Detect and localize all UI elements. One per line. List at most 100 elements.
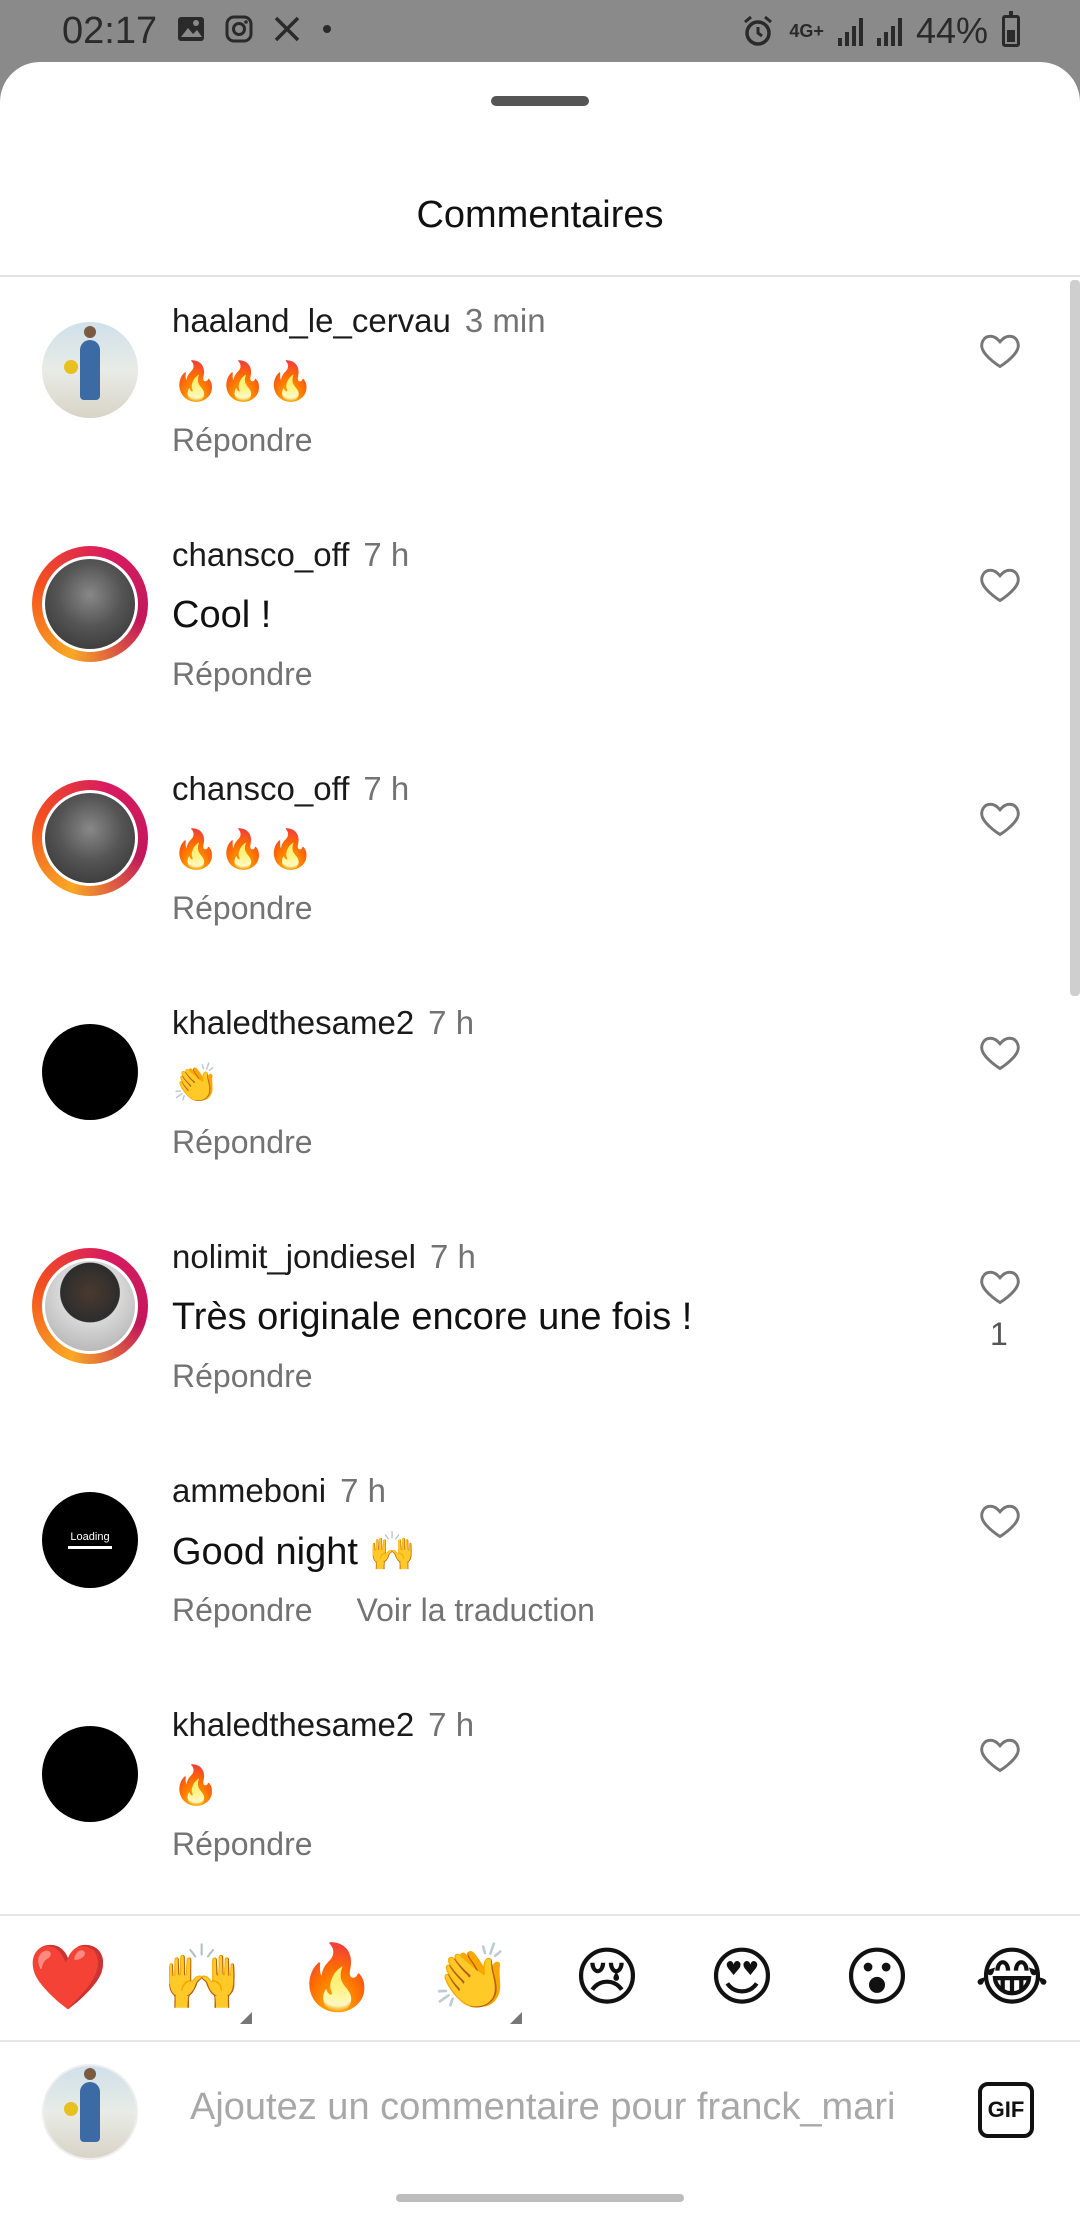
avatar-image (42, 556, 138, 652)
heart-icon[interactable] (978, 562, 1022, 606)
emoji-heart-eyes[interactable]: 😍 (702, 1938, 782, 2018)
comment-text: 👏 (172, 1063, 220, 1105)
comment-actions: Répondre (172, 422, 313, 459)
comment-row: khaledthesame2 7 h 🔥 Répondre (0, 1684, 1070, 1918)
reply-button[interactable]: Répondre (172, 1124, 313, 1161)
comment-header: chansco_off 7 h (172, 536, 409, 574)
avatar-story-ring[interactable] (32, 1248, 148, 1364)
comment-actions: Répondre (172, 656, 313, 693)
sheet-title: Commentaires (416, 194, 664, 236)
system-status: 4G+ 44% (741, 10, 1020, 52)
avatar-image (42, 790, 138, 886)
emoji-glyph: 🙌 (162, 1941, 242, 2015)
comment-time: 3 min (464, 302, 546, 339)
comment-header: ammeboni 7 h (172, 1472, 386, 1510)
emoji-glyph: 👏 (432, 1941, 512, 2015)
comment-username[interactable]: khaledthesame2 (172, 1706, 414, 1743)
skin-tone-indicator (240, 2012, 252, 2024)
heart-icon[interactable] (978, 1264, 1022, 1308)
comment-username[interactable]: nolimit_jondiesel (172, 1238, 416, 1275)
emoji-bar: ❤️ 🙌 🔥 👏 😢 😍 😮 😂 (0, 1916, 1080, 2040)
comment-row: chansco_off 7 h 🔥🔥🔥 Répondre (0, 748, 1070, 982)
avatar[interactable] (32, 1014, 148, 1130)
comment-row: khaledthesame2 7 h 👏 Répondre (0, 982, 1070, 1216)
comment-username[interactable]: ammeboni (172, 1472, 326, 1509)
comment-text: Good night 🙌 (172, 1531, 416, 1573)
comment-text: 🔥🔥🔥 (172, 361, 314, 403)
comment-row: haaland_le_cervau 3 min 🔥🔥🔥 Répondre (0, 280, 1070, 514)
emoji-fire[interactable]: 🔥 (297, 1938, 377, 2018)
comment-header: khaledthesame2 7 h (172, 1004, 474, 1042)
x-icon (274, 16, 300, 42)
comment-username[interactable]: haaland_le_cervau (172, 302, 451, 339)
avatar-story-ring[interactable] (32, 546, 148, 662)
reply-button[interactable]: Répondre (172, 1592, 313, 1629)
comment-header: khaledthesame2 7 h (172, 1706, 474, 1744)
emoji-heart[interactable]: ❤️ (28, 1938, 108, 2018)
comment-header: haaland_le_cervau 3 min (172, 302, 546, 340)
signal-icon (837, 16, 863, 46)
heart-icon[interactable] (978, 1498, 1022, 1542)
emoji-clapping[interactable]: 👏 (432, 1938, 522, 2024)
comment-time: 7 h (363, 536, 410, 573)
status-bar: 02:17 4G+ 44% (0, 0, 1080, 62)
reply-button[interactable]: Répondre (172, 422, 313, 459)
comment-text: 🔥🔥🔥 (172, 829, 314, 871)
comment-actions: Répondre (172, 890, 313, 927)
title-divider (0, 275, 1080, 277)
comment-composer: GIF (0, 2042, 1080, 2172)
avatar[interactable] (32, 1716, 148, 1832)
comment-input[interactable] (190, 2076, 932, 2138)
emoji-crying[interactable]: 😢 (567, 1938, 647, 2018)
comment-header: nolimit_jondiesel 7 h (172, 1238, 476, 1276)
avatar-image (42, 322, 138, 418)
comment-time: 7 h (340, 1472, 386, 1509)
gallery-icon (178, 17, 204, 41)
gif-button[interactable]: GIF (978, 2082, 1034, 2138)
reply-button[interactable]: Répondre (172, 890, 313, 927)
comment-text: Cool ! (172, 594, 272, 636)
skin-tone-indicator (510, 2012, 522, 2024)
instagram-icon (225, 15, 253, 43)
comment-actions: Répondre (172, 1124, 313, 1161)
alarm-icon (744, 15, 773, 46)
avatar-image (42, 1024, 138, 1120)
reply-button[interactable]: Répondre (172, 1826, 313, 1863)
avatar-story-ring[interactable] (32, 780, 148, 896)
battery-icon (1002, 11, 1020, 47)
reply-button[interactable]: Répondre (172, 1358, 313, 1395)
comment-time: 7 h (428, 1706, 475, 1743)
avatar[interactable] (32, 312, 148, 428)
comment-username[interactable]: chansco_off (172, 536, 349, 573)
emoji-laughing[interactable]: 😂 (972, 1938, 1052, 2018)
comment-time: 7 h (363, 770, 410, 807)
avatar-image (42, 1726, 138, 1822)
own-avatar (42, 2064, 138, 2160)
battery-percent: 44% (915, 10, 988, 51)
heart-icon[interactable] (978, 328, 1022, 372)
comment-username[interactable]: chansco_off (172, 770, 349, 807)
heart-icon[interactable] (978, 796, 1022, 840)
signal-icon-2 (876, 16, 902, 46)
drag-handle[interactable] (491, 96, 589, 106)
comment-actions: Répondre (172, 1358, 313, 1395)
comment-actions: Répondre (172, 1826, 313, 1863)
comment-time: 7 h (429, 1238, 476, 1275)
comment-username[interactable]: khaledthesame2 (172, 1004, 414, 1041)
comment-row: Loading ammeboni 7 h Good night 🙌 Répondr… (0, 1450, 1070, 1684)
network-type: 4G+ (789, 21, 824, 41)
emoji-surprised[interactable]: 😮 (837, 1938, 917, 2018)
emoji-raising-hands[interactable]: 🙌 (162, 1938, 252, 2024)
avatar[interactable]: Loading (32, 1482, 148, 1598)
comment-header: chansco_off 7 h (172, 770, 409, 808)
avatar-loading-text: Loading (70, 1531, 110, 1543)
home-indicator[interactable] (396, 2194, 684, 2202)
scrollbar[interactable] (1070, 280, 1080, 996)
notification-icons (176, 14, 334, 44)
translate-button[interactable]: Voir la traduction (357, 1592, 595, 1629)
avatar-image (42, 1258, 138, 1354)
heart-icon[interactable] (978, 1732, 1022, 1776)
heart-icon[interactable] (978, 1030, 1022, 1074)
comment-time: 7 h (428, 1004, 475, 1041)
reply-button[interactable]: Répondre (172, 656, 313, 693)
